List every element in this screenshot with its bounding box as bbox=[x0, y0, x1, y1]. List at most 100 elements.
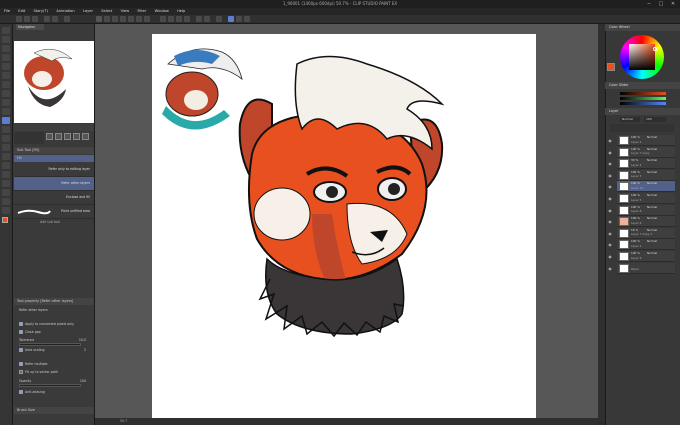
clear-icon[interactable] bbox=[64, 16, 70, 22]
auto-select-icon[interactable] bbox=[2, 72, 10, 79]
checkbox[interactable] bbox=[19, 330, 23, 334]
checkbox[interactable] bbox=[19, 322, 23, 326]
checkbox[interactable] bbox=[19, 370, 23, 374]
fill-tool-icon[interactable] bbox=[2, 117, 10, 124]
subtool-item[interactable]: Refer only to editing layer bbox=[14, 163, 94, 177]
save-icon[interactable] bbox=[32, 16, 38, 22]
layer-item[interactable]: 100 % Normal Layer 11 bbox=[617, 181, 675, 193]
layer-item[interactable]: 30 % Normal Layer 4 bbox=[617, 158, 675, 170]
snap-icon[interactable] bbox=[168, 16, 174, 22]
eye-icon[interactable]: ◉ bbox=[606, 205, 614, 216]
menu-file[interactable]: File bbox=[4, 8, 10, 15]
minimize-button[interactable]: ─ bbox=[643, 0, 655, 8]
layer-item[interactable]: 100 % Normal Layer 3 bbox=[617, 169, 675, 181]
layer-item[interactable]: 16 % Normal Layer 7 Copy 2 bbox=[617, 227, 675, 239]
flip-horizontal-icon[interactable] bbox=[82, 133, 89, 140]
subtool-item[interactable]: Refer other layers bbox=[14, 177, 94, 191]
opacity-slider[interactable] bbox=[19, 384, 81, 387]
eye-icon[interactable]: ◉ bbox=[606, 135, 614, 146]
pen-tool-icon[interactable] bbox=[2, 90, 10, 97]
color-cursor[interactable] bbox=[653, 47, 657, 51]
layer-opacity[interactable]: 100 bbox=[644, 117, 666, 122]
menu-help[interactable]: Help bbox=[177, 8, 185, 15]
navigator-zoom-bar[interactable] bbox=[14, 124, 94, 131]
frame-tool-icon[interactable] bbox=[2, 180, 10, 187]
navigator-tab[interactable]: Navigator bbox=[16, 24, 44, 30]
horizontal-scrollbar[interactable] bbox=[95, 418, 598, 425]
navigator-preview[interactable] bbox=[14, 41, 94, 123]
close-button[interactable]: ✕ bbox=[667, 0, 679, 8]
brush-size-tab[interactable]: Brush Size bbox=[14, 407, 94, 414]
navigator-controls[interactable] bbox=[14, 132, 44, 144]
checkbox[interactable] bbox=[19, 390, 23, 394]
checkbox[interactable] bbox=[19, 362, 23, 366]
vertical-scrollbar[interactable] bbox=[598, 24, 605, 422]
prop-apply-connected[interactable]: Apply to connected pixels only bbox=[14, 320, 94, 328]
green-slider[interactable] bbox=[620, 97, 666, 100]
prop-close-gap[interactable]: Close gap bbox=[14, 328, 94, 336]
move-tool-icon[interactable] bbox=[2, 36, 10, 43]
invert-selection-icon[interactable] bbox=[112, 16, 118, 22]
eye-icon[interactable]: ◉ bbox=[606, 193, 614, 204]
drawing-canvas[interactable] bbox=[152, 34, 536, 418]
subtool-group[interactable]: Fill bbox=[14, 155, 94, 162]
eye-icon[interactable]: ◉ bbox=[606, 228, 614, 239]
prop-anti-aliasing[interactable]: Anti-aliasing bbox=[14, 388, 94, 396]
blue-slider[interactable] bbox=[620, 102, 666, 105]
eye-icon[interactable]: ◉ bbox=[606, 181, 614, 192]
open-file-icon[interactable] bbox=[24, 16, 30, 22]
symmetry-icon[interactable] bbox=[204, 16, 210, 22]
color-wheel-tab[interactable]: Color Wheel bbox=[605, 24, 680, 31]
flip-icon[interactable] bbox=[236, 16, 242, 22]
rotate-icon[interactable] bbox=[244, 16, 250, 22]
reference-icon[interactable] bbox=[216, 16, 222, 22]
guide-icon[interactable] bbox=[184, 16, 190, 22]
rotate-left-icon[interactable] bbox=[64, 133, 71, 140]
eye-icon[interactable]: ◉ bbox=[606, 170, 614, 181]
layer-item[interactable]: 100 % Normal Layer 9 bbox=[617, 251, 675, 262]
eye-icon[interactable]: ◉ bbox=[606, 251, 614, 262]
move-layer-icon[interactable] bbox=[2, 54, 10, 61]
add-subtool-button[interactable]: Add sub tool bbox=[40, 220, 60, 224]
menu-view[interactable]: View bbox=[121, 8, 130, 15]
subtool-item[interactable]: Enclose and fill bbox=[14, 191, 94, 205]
menu-select[interactable]: Select bbox=[101, 8, 112, 15]
prop-refer-multiple[interactable]: Refer multiple bbox=[14, 360, 94, 368]
airbrush-tool-icon[interactable] bbox=[2, 126, 10, 133]
pencil-tool-icon[interactable] bbox=[2, 99, 10, 106]
menu-edit[interactable]: Edit bbox=[18, 8, 25, 15]
active-command-icon[interactable] bbox=[228, 16, 234, 22]
menu-window[interactable]: Window bbox=[155, 8, 169, 15]
zoom-level[interactable]: 50.7 bbox=[120, 419, 127, 423]
text-tool-icon[interactable] bbox=[2, 198, 10, 205]
grid-icon[interactable] bbox=[176, 16, 182, 22]
eyedropper-icon[interactable] bbox=[2, 81, 10, 88]
decoration-tool-icon[interactable] bbox=[2, 135, 10, 142]
zoom-out-icon[interactable] bbox=[55, 133, 62, 140]
undo-icon[interactable] bbox=[44, 16, 50, 22]
operation-tool-icon[interactable] bbox=[2, 45, 10, 52]
layer-tab[interactable]: Layer bbox=[605, 108, 680, 115]
color-slider-tab[interactable]: Color Slider bbox=[605, 82, 680, 89]
selection-tool-icon[interactable] bbox=[2, 63, 10, 70]
select-all-icon[interactable] bbox=[120, 16, 126, 22]
new-file-icon[interactable] bbox=[16, 16, 22, 22]
eye-icon[interactable]: ◉ bbox=[606, 216, 614, 227]
rotate-right-icon[interactable] bbox=[73, 133, 80, 140]
color-saturation-square[interactable] bbox=[629, 44, 655, 70]
eye-icon[interactable]: ◉ bbox=[606, 263, 614, 274]
perspective-icon[interactable] bbox=[196, 16, 202, 22]
layer-item[interactable]: 100 % Normal Layer 5 bbox=[617, 193, 675, 204]
deselect-icon[interactable] bbox=[104, 16, 110, 22]
layer-item[interactable]: 100 % Normal Layer 1 bbox=[617, 239, 675, 251]
prop-fill-vector[interactable]: Fill up to vector path bbox=[14, 368, 94, 376]
crop-icon[interactable] bbox=[128, 16, 134, 22]
gradient-tool-icon[interactable] bbox=[2, 162, 10, 169]
layer-item[interactable]: Paper bbox=[617, 262, 675, 274]
checkbox[interactable] bbox=[19, 348, 23, 352]
scale-icon[interactable] bbox=[136, 16, 142, 22]
ruler-icon[interactable] bbox=[160, 16, 166, 22]
layer-item[interactable]: 100 % Normal Layer 8 bbox=[617, 204, 675, 216]
layer-item[interactable]: 100 % Normal Layer 6 bbox=[617, 216, 675, 228]
blend-tool-icon[interactable] bbox=[2, 153, 10, 160]
